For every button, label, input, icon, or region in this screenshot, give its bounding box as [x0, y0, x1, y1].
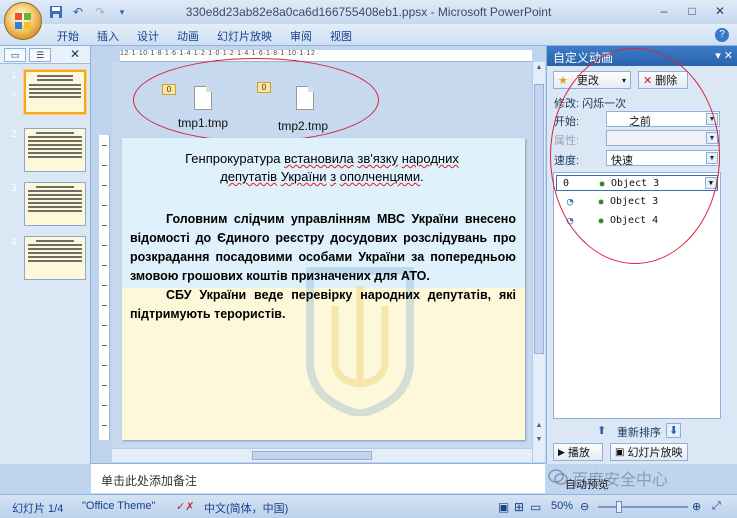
slideshow-view-icon[interactable]: ▭ [530, 500, 541, 514]
slide-counter: 幻灯片 1/4 [12, 503, 64, 515]
next-slide-icon[interactable]: ▼ [534, 436, 544, 443]
slideshow-icon: ▣ [615, 446, 625, 458]
slide-body: Головним слідчим управлінням МВС України… [130, 210, 516, 324]
minimize-button[interactable]: – [651, 2, 677, 20]
title-text: . [420, 169, 424, 184]
highlight-ellipse-objects [133, 58, 379, 142]
vertical-ruler [99, 135, 110, 440]
slide[interactable]: Генпрокуратура встановила зв'язку народн… [122, 138, 525, 440]
slide-number: 3 [11, 183, 17, 194]
horizontal-ruler: 12·1·10·1·8·1·6·1·4·1·2·1·0·1·2·1·4·1·6·… [120, 50, 532, 62]
zoom-in-icon[interactable]: ⊕ [692, 500, 701, 513]
pane-tabs: ▭ ☰ ✕ [0, 46, 90, 64]
office-button[interactable] [4, 2, 42, 40]
language[interactable]: 中文(简体，中国) [204, 500, 288, 516]
slide-thumbnail [24, 70, 86, 114]
zoom-slider-thumb[interactable] [616, 501, 622, 513]
title-bar: ↶ ↷ ▾ 330e8d23ab82e8a0ca6d166755408eb1.p… [0, 0, 737, 24]
slide-number: 4 [11, 237, 17, 248]
horizontal-scrollbar[interactable] [112, 448, 532, 462]
star-effect-icon: ★ [558, 74, 568, 87]
reorder-label: 重新排序 [617, 427, 661, 439]
wechat-logo-icon [548, 469, 568, 485]
tab-view[interactable]: 视图 [321, 28, 361, 44]
ribbon-tabs: 开始 插入 设计 动画 幻灯片放映 审阅 视图 [48, 28, 361, 44]
theme-name: "Office Theme" [82, 500, 156, 512]
title-text: Генпрокуратура [185, 151, 285, 166]
scroll-up-icon[interactable]: ▲ [534, 64, 544, 71]
play-icon: ▶ [558, 446, 565, 457]
close-button[interactable]: ✕ [707, 2, 733, 20]
help-icon[interactable]: ? [715, 28, 729, 42]
play-button[interactable]: ▶ 播放 [553, 443, 603, 461]
animation-star-icon: ☆ [10, 88, 19, 98]
watermark-text: 百度安全中心 [572, 472, 669, 489]
zoom-out-icon[interactable]: ⊖ [580, 500, 589, 513]
tab-slideshow[interactable]: 幻灯片放映 [208, 28, 281, 44]
slide-thumbnail [24, 236, 86, 280]
slide-sorter-icon[interactable]: ⊞ [514, 500, 524, 514]
outline-tab-icon[interactable]: ☰ [29, 47, 51, 62]
scroll-thumb[interactable] [252, 451, 372, 460]
window-title: 330e8d23ab82e8a0ca6d166755408eb1.ppsx - … [185, 5, 552, 19]
slide-thumbnail [24, 128, 86, 172]
notes-placeholder: 单击此处添加备注 [101, 474, 198, 488]
button-label: 幻灯片放映 [627, 447, 683, 459]
title-text: України [280, 169, 327, 184]
zoom-level[interactable]: 50% [551, 500, 573, 512]
highlight-ellipse-pane [550, 48, 720, 264]
slide-thumbnail [24, 182, 86, 226]
tab-animations[interactable]: 动画 [168, 28, 208, 44]
vertical-scrollbar[interactable]: ▲ ▲ ▼ [532, 62, 545, 462]
maximize-button[interactable]: □ [679, 2, 705, 20]
title-text: депутатів [220, 169, 278, 184]
slides-tab-icon[interactable]: ▭ [4, 47, 26, 62]
tab-home[interactable]: 开始 [48, 28, 88, 44]
zoom-slider[interactable] [598, 506, 688, 508]
slide-number: 1 [11, 70, 17, 81]
title-text: зв'язку [357, 151, 399, 166]
ribbon: 开始 插入 设计 动画 幻灯片放映 审阅 视图 ? [0, 24, 737, 46]
spelling-check-icon[interactable]: ✓✗ [176, 500, 194, 513]
tab-design[interactable]: 设计 [128, 28, 168, 44]
fit-to-window-icon[interactable]: ⤢ [712, 500, 721, 513]
reorder-up-icon[interactable]: ⬆ [597, 424, 606, 437]
window-controls: – □ ✕ [651, 2, 733, 20]
notes-pane[interactable]: 单击此处添加备注 [91, 463, 545, 493]
prev-slide-icon[interactable]: ▲ [534, 422, 544, 429]
normal-view-icon[interactable]: ▣ [498, 500, 509, 514]
button-label: 播放 [567, 447, 590, 459]
tab-insert[interactable]: 插入 [88, 28, 128, 44]
paragraph-2: СБУ України веде перевірку народних депу… [130, 288, 516, 321]
scroll-thumb[interactable] [534, 84, 544, 354]
title-text: встановила [284, 151, 354, 166]
slideshow-button[interactable]: ▣ 幻灯片放映 [610, 443, 688, 461]
paragraph-1: Головним слідчим управлінням МВС України… [130, 212, 516, 283]
title-text: ополченцями [339, 169, 421, 184]
reorder-down-icon[interactable]: ⬇ [666, 423, 682, 438]
office-logo-icon [15, 13, 31, 29]
title-text: народних [401, 151, 459, 166]
slide-number: 2 [11, 129, 17, 140]
status-bar: 幻灯片 1/4 "Office Theme" ✓✗ 中文(简体，中国) ▣ ⊞ … [0, 494, 737, 518]
tab-review[interactable]: 审阅 [281, 28, 321, 44]
task-pane-close-icon[interactable]: ▾ ✕ [715, 49, 733, 62]
pane-close-icon[interactable]: ✕ [64, 48, 86, 62]
slide-title: Генпрокуратура встановила зв'язку народн… [142, 150, 502, 186]
